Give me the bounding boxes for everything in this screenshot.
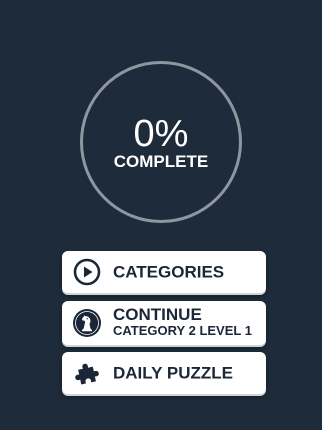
continue-label: CONTINUE — [113, 305, 202, 324]
main-menu-screen: 0% COMPLETE CATEGORIES CONTINUE CATEGORY… — [0, 0, 322, 430]
categories-button[interactable]: CATEGORIES — [62, 251, 266, 293]
progress-percent: 0% — [133, 113, 189, 155]
puzzle-piece-icon — [75, 363, 99, 385]
daily-puzzle-label: DAILY PUZZLE — [113, 363, 233, 383]
progress-label: COMPLETE — [113, 152, 209, 171]
daily-puzzle-button[interactable]: DAILY PUZZLE — [62, 352, 266, 394]
continue-detail: CATEGORY 2 LEVEL 1 — [113, 323, 252, 338]
progress-ring: 0% COMPLETE — [80, 61, 242, 223]
chess-knight-icon — [73, 309, 101, 337]
play-circle-icon — [73, 258, 101, 286]
categories-label: CATEGORIES — [113, 262, 225, 282]
continue-button[interactable]: CONTINUE CATEGORY 2 LEVEL 1 — [62, 301, 266, 345]
